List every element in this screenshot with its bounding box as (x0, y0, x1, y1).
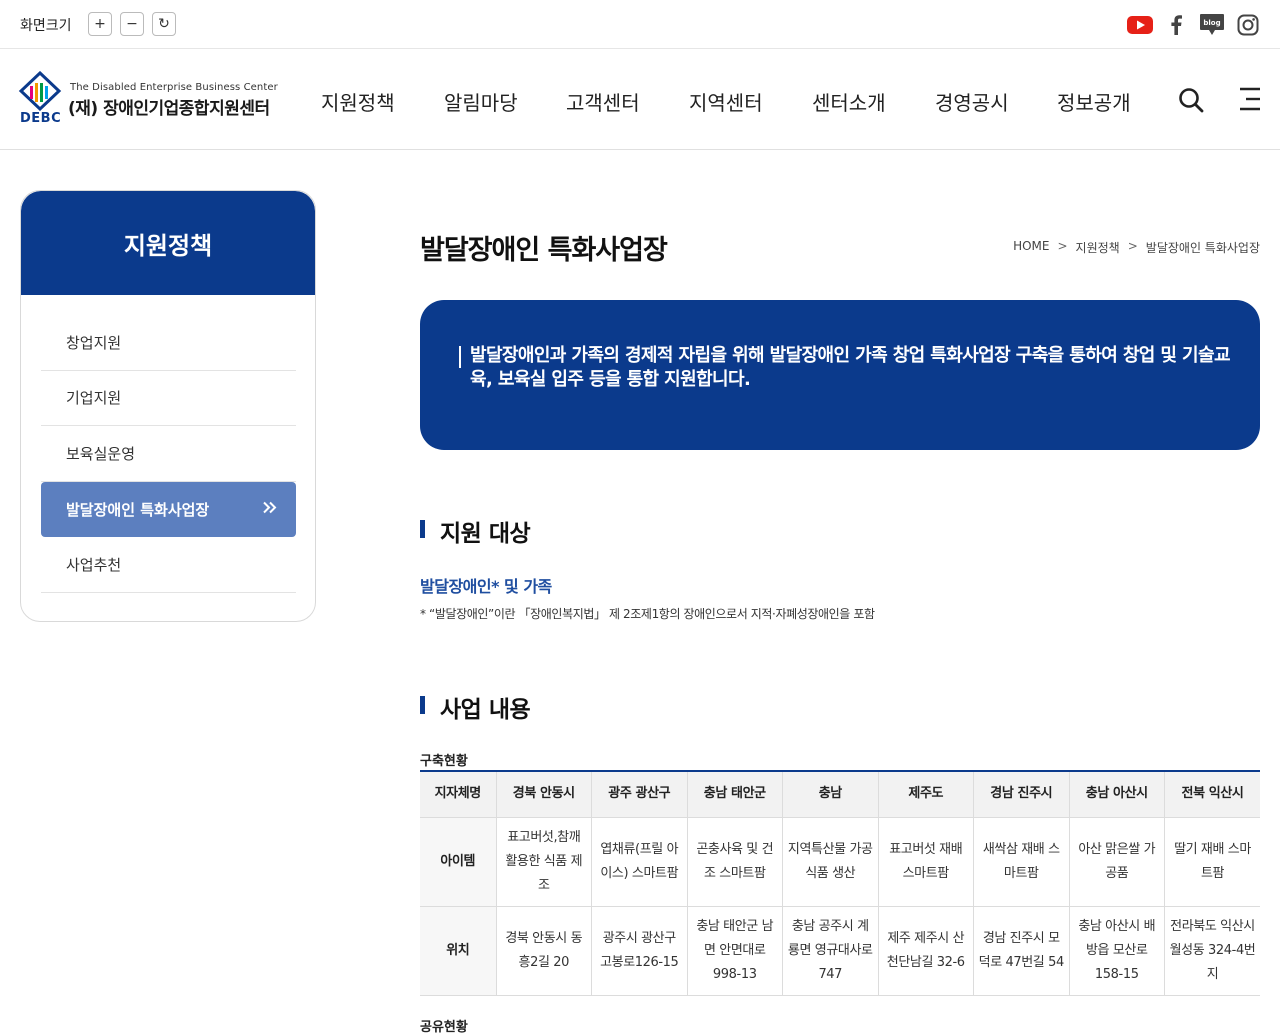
table-cell: 경남 진주시 모덕로 47번길 54 (973, 905, 1070, 996)
table-cell: 딸기 재배 스마트팜 (1164, 816, 1260, 907)
logo-korean-name: (재) 장애인기업종합지원센터 (68, 99, 270, 119)
table-cell: 경북 안동시 동흥2길 20 (495, 905, 592, 996)
table-header-cell: 충남 아산시 (1068, 770, 1165, 818)
table-cell: 제주 제주시 산천단남길 32-6 (877, 905, 974, 996)
utility-bar: 화면크기 + − ↻ blog (0, 0, 1280, 49)
facebook-icon[interactable] (1165, 12, 1187, 38)
table-cell: 지역특산물 가공식품 생산 (782, 816, 879, 907)
table-caption: 구축현황 (420, 754, 468, 769)
section-title-business: 사업 내용 (420, 690, 531, 724)
breadcrumb-level-1[interactable]: 지원정책 (1076, 239, 1120, 256)
table-row: 위치 경북 안동시 동흥2길 20 광주시 광산구 고봉로126-15 충남 태… (420, 905, 1260, 996)
sidebar-item-startup-support[interactable]: 창업지원 (41, 315, 296, 371)
side-navigation-header: 지원정책 (21, 191, 315, 295)
table-header-cell: 경남 진주시 (973, 770, 1070, 818)
row-header-item: 아이템 (420, 816, 497, 907)
side-navigation-list: 창업지원 기업지원 보육실운영 발달장애인 특화사업장 사업추천 (41, 315, 296, 593)
target-footnote: * “발달장애인”이란 「장애인복지법」 제 2조제1항의 장애인으로서 지적·… (420, 607, 875, 621)
side-navigation-title: 지원정책 (123, 231, 213, 260)
breadcrumb-separator-icon: > (1127, 239, 1138, 253)
header: The Disabled Enterprise Business Center … (0, 49, 1280, 150)
table-cell: 표고버섯,참깨 활용한 식품 제조 (495, 816, 592, 907)
instagram-icon[interactable] (1236, 12, 1260, 38)
table-cell: 표고버섯 재배 스마트팜 (877, 816, 974, 907)
logo-english-name: The Disabled Enterprise Business Center (70, 82, 278, 93)
double-chevron-right-icon (262, 499, 278, 520)
table-header-row: 지자체명 경북 안동시 광주 광산구 충남 태안군 충남 제주도 경남 진주시 … (420, 770, 1260, 818)
nav-item-about[interactable]: 센터소개 (812, 87, 886, 116)
sidebar-item-label: 발달장애인 특화사업장 (66, 500, 210, 519)
intro-text: 발달장애인과 가족의 경제적 자립을 위해 발달장애인 가족 창업 특화사업장 … (470, 345, 1231, 390)
table-cell: 충남 아산시 배방읍 모산로 158-15 (1068, 905, 1165, 996)
sidebar-item-business-support[interactable]: 기업지원 (41, 371, 296, 426)
breadcrumb-home[interactable]: HOME (1013, 239, 1049, 256)
table-header-cell: 지자체명 (420, 770, 497, 818)
row-header-location: 위치 (420, 905, 497, 996)
breadcrumb-separator-icon: > (1057, 239, 1068, 253)
site-logo[interactable]: The Disabled Enterprise Business Center … (18, 71, 288, 127)
nav-item-notices[interactable]: 알림마당 (444, 87, 518, 116)
section-title-target: 지원 대상 (420, 514, 531, 548)
intro-banner: 발달장애인과 가족의 경제적 자립을 위해 발달장애인 가족 창업 특화사업장 … (420, 300, 1260, 450)
target-subheading: 발달장애인* 및 가족 (420, 577, 552, 596)
table-cell: 전라북도 익산시 월성동 324-4번지 (1164, 905, 1260, 996)
breadcrumb-level-2[interactable]: 발달장애인 특화사업장 (1146, 239, 1260, 256)
construction-status-table: 지자체명 경북 안동시 광주 광산구 충남 태안군 충남 제주도 경남 진주시 … (420, 770, 1260, 996)
table-cell: 곤충사육 및 건조 스마트팜 (686, 816, 783, 907)
table-header-cell: 경북 안동시 (495, 770, 592, 818)
table-cell: 충남 공주시 계룡면 영규대사로 747 (782, 905, 879, 996)
nav-item-regional-center[interactable]: 지역센터 (689, 87, 763, 116)
table-header-cell: 충남 (782, 770, 879, 818)
zoom-label: 화면크기 (20, 18, 72, 34)
table-row: 아이템 표고버섯,참깨 활용한 식품 제조 엽채류(프릴 아이스) 스마트팜 곤… (420, 816, 1260, 907)
sidebar-item-business-recommendation[interactable]: 사업추천 (41, 537, 296, 593)
page-title: 발달장애인 특화사업장 (420, 235, 668, 266)
intro-accent-bar (459, 346, 461, 368)
svg-text:blog: blog (1203, 19, 1220, 27)
nav-item-management-disclosure[interactable]: 경영공시 (935, 87, 1009, 116)
next-table-caption: 공유현황 (420, 1020, 468, 1035)
table-header-cell: 전북 익산시 (1164, 770, 1260, 818)
nav-item-support-policy[interactable]: 지원정책 (321, 87, 395, 116)
table-cell: 충남 태안군 남면 안면대로 998-13 (686, 905, 783, 996)
zoom-in-button[interactable]: + (88, 12, 112, 36)
nav-item-info-disclosure[interactable]: 정보공개 (1057, 87, 1131, 116)
search-icon[interactable] (1177, 86, 1205, 114)
blog-icon[interactable]: blog (1199, 12, 1225, 38)
breadcrumb: HOME > 지원정책 > 발달장애인 특화사업장 (1013, 239, 1260, 256)
table-header-cell: 제주도 (877, 770, 974, 818)
sidebar-item-developmental-disability-workplace[interactable]: 발달장애인 특화사업장 (41, 481, 296, 537)
table-header-cell: 광주 광산구 (591, 770, 688, 818)
zoom-out-button[interactable]: − (120, 12, 144, 36)
side-navigation: 지원정책 창업지원 기업지원 보육실운영 발달장애인 특화사업장 사업추천 (20, 190, 316, 622)
table-cell: 광주시 광산구 고봉로126-15 (591, 905, 688, 996)
nav-item-customer-center[interactable]: 고객센터 (566, 87, 640, 116)
logo-abbreviation: DEBC (20, 111, 62, 126)
table-cell: 새싹삼 재배 스마트팜 (973, 816, 1070, 907)
table-cell: 아산 맑은쌀 가공품 (1068, 816, 1165, 907)
table-header-cell: 충남 태안군 (686, 770, 783, 818)
table-cell: 엽채류(프릴 아이스) 스마트팜 (591, 816, 688, 907)
youtube-icon[interactable] (1127, 12, 1153, 38)
zoom-reset-button[interactable]: ↻ (152, 12, 176, 36)
logo-mark-icon (18, 71, 62, 111)
sidebar-item-incubator[interactable]: 보육실운영 (41, 426, 296, 482)
menu-icon[interactable] (1236, 86, 1262, 112)
